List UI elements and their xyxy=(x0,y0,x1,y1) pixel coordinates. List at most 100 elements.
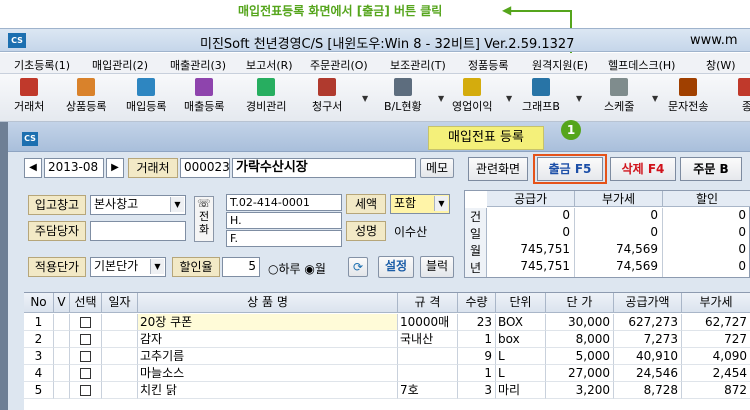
menu-purchase[interactable]: 매입관리(2) xyxy=(92,57,148,73)
grid-vat-cell[interactable]: 2,454 xyxy=(682,365,750,382)
table-row[interactable]: 1 xyxy=(24,314,54,331)
grid-product-cell[interactable]: 마늘소스 xyxy=(138,365,398,382)
prev-month-button[interactable]: ◀ xyxy=(24,158,42,178)
toolbar-partner-button[interactable]: 거래처 xyxy=(14,78,44,114)
grid-unit-cell[interactable]: L xyxy=(496,365,546,382)
grid-qty-cell[interactable]: 1 xyxy=(458,365,496,382)
menu-helpdesk[interactable]: 헬프데스크(H) xyxy=(608,57,675,73)
refresh-icon[interactable]: ⟳ xyxy=(348,257,368,277)
menu-remote[interactable]: 원격지원(E) xyxy=(532,57,588,73)
date-field[interactable]: 2013-08 xyxy=(44,158,104,178)
related-screen-button[interactable]: 관련화면 xyxy=(468,157,528,181)
caret-down-icon[interactable]: ▼ xyxy=(438,94,444,103)
table-row[interactable]: 5 xyxy=(24,382,54,399)
table-row[interactable]: 2 xyxy=(24,331,54,348)
menu-sales[interactable]: 매출관리(3) xyxy=(170,57,226,73)
toolbar-invoice-button[interactable]: 청구서 xyxy=(312,78,342,114)
table-row[interactable]: 4 xyxy=(24,365,54,382)
menu-order[interactable]: 주문관리(O) xyxy=(310,57,368,73)
grid-supply-cell[interactable]: 627,273 xyxy=(614,314,682,331)
partner-name-field[interactable]: 가락수산시장 xyxy=(232,158,416,178)
grid-date-cell[interactable] xyxy=(102,382,138,399)
grid-supply-cell[interactable]: 8,728 xyxy=(614,382,682,399)
grid-v-cell[interactable] xyxy=(54,382,70,399)
grid-qty-cell[interactable]: 23 xyxy=(458,314,496,331)
grid-spec-cell[interactable]: 10000매 xyxy=(398,314,458,331)
memo-button[interactable]: 메모 xyxy=(420,158,454,178)
toolbar-product-button[interactable]: 상품등록 xyxy=(66,78,106,114)
grid-unit-cell[interactable]: 마리 xyxy=(496,382,546,399)
grid-qty-cell[interactable]: 9 xyxy=(458,348,496,365)
grid-supply-cell[interactable]: 40,910 xyxy=(614,348,682,365)
grid-vat-cell[interactable]: 62,727 xyxy=(682,314,750,331)
toolbar-chart-button[interactable]: 그래프B xyxy=(522,78,560,114)
grid-supply-cell[interactable]: 7,273 xyxy=(614,331,682,348)
toolbar-expense-button[interactable]: 경비관리 xyxy=(246,78,286,114)
toolbar-sales-button[interactable]: 매출등록 xyxy=(184,78,224,114)
toolbar-exit-button[interactable]: 종 xyxy=(738,78,750,114)
grid-price-cell[interactable]: 27,000 xyxy=(546,365,614,382)
row-checkbox[interactable] xyxy=(70,348,102,365)
table-row[interactable]: 3 xyxy=(24,348,54,365)
menu-window[interactable]: 창(W) xyxy=(706,57,736,73)
warehouse-select[interactable]: 본사창고 ▼ xyxy=(90,195,186,215)
block-button[interactable]: 블럭 xyxy=(420,256,454,278)
grid-v-cell[interactable] xyxy=(54,348,70,365)
grid-price-cell[interactable]: 3,200 xyxy=(546,382,614,399)
tax-select[interactable]: 포함 ▼ xyxy=(390,194,450,214)
grid-product-cell[interactable]: 감자 xyxy=(138,331,398,348)
row-checkbox[interactable] xyxy=(70,331,102,348)
caret-down-icon[interactable]: ▼ xyxy=(362,94,368,103)
price-select[interactable]: 기본단가 ▼ xyxy=(90,257,166,277)
row-checkbox[interactable] xyxy=(70,314,102,331)
grid-product-cell[interactable]: 치킨 닭 xyxy=(138,382,398,399)
grid-date-cell[interactable] xyxy=(102,365,138,382)
tel-field[interactable]: T.02-414-0001 xyxy=(226,194,342,211)
menu-basic[interactable]: 기초등록(1) xyxy=(14,57,70,73)
row-checkbox[interactable] xyxy=(70,382,102,399)
radio-month[interactable]: ◉ xyxy=(304,262,314,276)
caret-down-icon[interactable]: ▼ xyxy=(506,94,512,103)
grid-vat-cell[interactable]: 727 xyxy=(682,331,750,348)
grid-price-cell[interactable]: 8,000 xyxy=(546,331,614,348)
settings-button[interactable]: 설정 xyxy=(378,256,414,278)
grid-vat-cell[interactable]: 4,090 xyxy=(682,348,750,365)
grid-spec-cell[interactable] xyxy=(398,365,458,382)
grid-v-cell[interactable] xyxy=(54,314,70,331)
grid-product-cell[interactable]: 고추기름 xyxy=(138,348,398,365)
delete-button[interactable]: 삭제 F4 xyxy=(610,157,676,181)
row-checkbox[interactable] xyxy=(70,365,102,382)
next-month-button[interactable]: ▶ xyxy=(106,158,124,178)
grid-unit-cell[interactable]: BOX xyxy=(496,314,546,331)
partner-code-field[interactable]: 000023 xyxy=(180,158,230,178)
toolbar-profit-button[interactable]: 영업이익 xyxy=(452,78,492,114)
grid-qty-cell[interactable]: 1 xyxy=(458,331,496,348)
menu-license[interactable]: 정품등록 xyxy=(468,57,508,73)
grid-price-cell[interactable]: 5,000 xyxy=(546,348,614,365)
grid-supply-cell[interactable]: 24,546 xyxy=(614,365,682,382)
order-button[interactable]: 주문 B xyxy=(680,157,742,181)
grid-v-cell[interactable] xyxy=(54,331,70,348)
discount-field[interactable]: 5 xyxy=(222,257,260,277)
grid-date-cell[interactable] xyxy=(102,348,138,365)
hp-field[interactable]: H. xyxy=(226,212,342,229)
grid-spec-cell[interactable] xyxy=(398,348,458,365)
grid-qty-cell[interactable]: 3 xyxy=(458,382,496,399)
grid-vat-cell[interactable]: 872 xyxy=(682,382,750,399)
grid-date-cell[interactable] xyxy=(102,331,138,348)
grid-unit-cell[interactable]: box xyxy=(496,331,546,348)
caret-down-icon[interactable]: ▼ xyxy=(652,94,658,103)
grid-date-cell[interactable] xyxy=(102,314,138,331)
menu-support[interactable]: 보조관리(T) xyxy=(390,57,446,73)
toolbar-sms-button[interactable]: 문자전송 xyxy=(668,78,708,114)
caret-down-icon[interactable]: ▼ xyxy=(576,94,582,103)
toolbar-schedule-button[interactable]: 스케줄 xyxy=(604,78,634,114)
grid-unit-cell[interactable]: L xyxy=(496,348,546,365)
grid-spec-cell[interactable]: 7호 xyxy=(398,382,458,399)
toolbar-purchase-button[interactable]: 매입등록 xyxy=(126,78,166,114)
manager-field[interactable] xyxy=(90,221,186,241)
grid-product-cell[interactable]: 20장 쿠폰 xyxy=(138,314,398,331)
grid-spec-cell[interactable]: 국내산 xyxy=(398,331,458,348)
grid-v-cell[interactable] xyxy=(54,365,70,382)
grid-price-cell[interactable]: 30,000 xyxy=(546,314,614,331)
